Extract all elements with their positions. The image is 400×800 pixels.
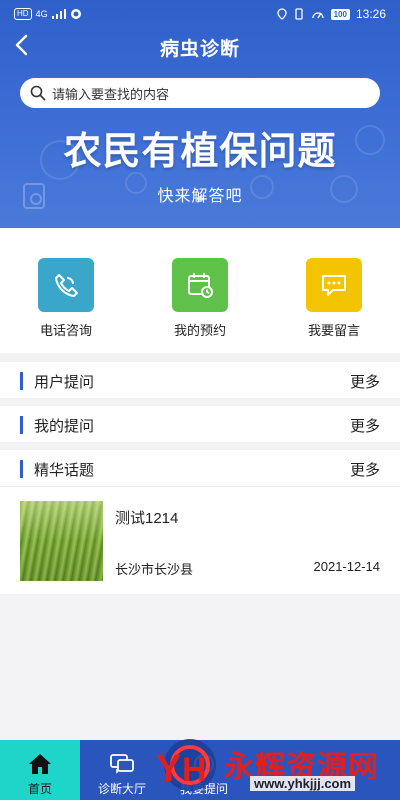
phone-icon — [38, 258, 94, 312]
navigation-bar: 病虫诊断 — [0, 30, 400, 62]
watermark-logo: Y H — [156, 739, 216, 791]
tab-diagnosis-hall[interactable]: 诊断大厅 — [82, 740, 162, 800]
chat-icon — [110, 754, 134, 774]
signal-icon — [51, 9, 66, 19]
vibrate-icon — [294, 8, 303, 20]
svg-text:Y: Y — [156, 748, 181, 790]
hd-badge: HD — [14, 8, 32, 20]
battery-level: 100 — [330, 8, 350, 20]
tab-home[interactable]: 首页 — [0, 740, 80, 800]
signal-label: 4G — [35, 9, 48, 19]
message-icon — [306, 258, 362, 312]
section-title: 我的提问 — [34, 418, 95, 435]
banner-subtitle: 快来解答吧 — [0, 182, 400, 206]
carousel-indicator[interactable] — [197, 196, 203, 202]
action-label: 电话咨询 — [39, 323, 92, 338]
search-input[interactable]: 请输入要查找的内容 — [52, 84, 169, 103]
more-link[interactable]: 更多 — [350, 459, 380, 480]
status-bar: HD 4G 100 13:26 — [0, 0, 400, 30]
section-featured-topics: 精华话题 更多 — [0, 450, 400, 486]
action-label: 我的预约 — [173, 323, 226, 338]
list-item[interactable]: 测试1214 长沙市长沙县 2021-12-14 — [0, 486, 400, 594]
page-title: 病虫诊断 — [159, 39, 240, 60]
quick-actions: 电话咨询 我的预约 我要留言 — [0, 228, 400, 353]
leave-message-button[interactable]: 我要留言 — [284, 258, 384, 339]
section-my-questions: 我的提问 更多 — [0, 406, 400, 442]
search-icon — [30, 85, 46, 101]
action-label: 我要留言 — [307, 323, 360, 338]
section-marker — [20, 416, 23, 434]
calendar-icon — [172, 258, 228, 312]
topic-location: 长沙市长沙县 — [115, 562, 194, 577]
section-user-questions: 用户提问 更多 — [0, 362, 400, 398]
thumbnail-overlay — [20, 501, 103, 581]
tab-label: 诊断大厅 — [97, 782, 146, 796]
svg-text:H: H — [182, 751, 207, 789]
search-bar[interactable]: 请输入要查找的内容 — [20, 78, 380, 108]
watermark-url: www.yhkjjj.com — [250, 776, 356, 791]
section-marker — [20, 460, 23, 478]
location-icon — [276, 8, 287, 20]
clock: 13:26 — [355, 7, 386, 21]
more-link[interactable]: 更多 — [350, 415, 380, 436]
speed-icon — [311, 12, 324, 19]
app-notification-icon — [70, 9, 81, 19]
tab-label: 首页 — [27, 782, 52, 796]
my-appointment-button[interactable]: 我的预约 — [150, 258, 250, 339]
banner-title: 农民有植保问题 — [63, 131, 337, 173]
section-marker — [20, 372, 23, 390]
phone-consult-button[interactable]: 电话咨询 — [16, 258, 116, 339]
home-icon — [29, 754, 51, 774]
section-title: 用户提问 — [34, 374, 95, 391]
section-title: 精华话题 — [34, 462, 95, 479]
topic-date: 2021-12-14 — [313, 559, 381, 574]
topic-title: 测试1214 — [115, 510, 179, 527]
more-link[interactable]: 更多 — [350, 371, 380, 392]
